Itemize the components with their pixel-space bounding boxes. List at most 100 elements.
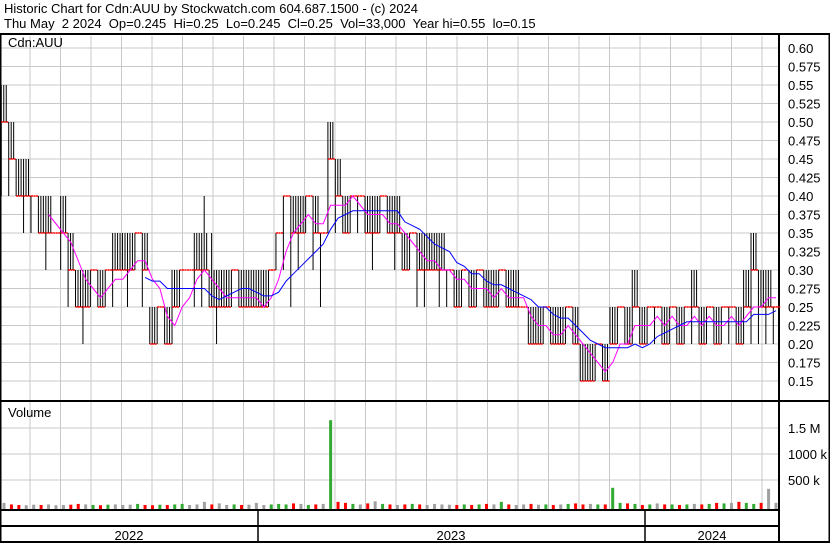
volume-bar — [17, 504, 21, 509]
price-tick-label: 0.15 — [788, 374, 813, 389]
price-tick-label: 0.25 — [788, 300, 813, 315]
volume-bar — [529, 503, 533, 509]
volume-bar — [210, 504, 214, 509]
volume-bar — [462, 504, 466, 509]
price-tick-label: 0.225 — [788, 319, 821, 334]
volume-bar — [611, 487, 615, 509]
price-tick-label: 0.575 — [788, 60, 821, 75]
volume-bar — [603, 504, 607, 509]
volume-bar — [596, 504, 600, 509]
price-tick-label: 0.55 — [788, 78, 813, 93]
volume-bar — [262, 504, 266, 509]
volume-bar — [54, 505, 58, 509]
volume-bars — [2, 420, 778, 509]
price-tick-label: 0.45 — [788, 152, 813, 167]
grid — [0, 36, 779, 509]
volume-bar — [722, 503, 726, 509]
volume-bar — [729, 502, 733, 509]
volume-bar — [640, 504, 644, 509]
price-tick-label: 0.50 — [788, 115, 813, 130]
volume-bar — [752, 503, 756, 509]
volume-bar — [700, 504, 704, 509]
volume-bar — [455, 504, 459, 509]
volume-bar — [188, 504, 192, 509]
volume-bar — [663, 504, 667, 509]
volume-tick-label: 500 k — [788, 473, 820, 488]
year-label: 2024 — [698, 528, 727, 543]
volume-bar — [269, 504, 273, 509]
volume-bar — [195, 504, 199, 509]
time-axis: 2022 2023 2024 — [115, 528, 727, 543]
volume-bar — [284, 504, 288, 509]
volume-bar — [165, 504, 169, 509]
volume-bar — [588, 503, 592, 509]
volume-bar — [618, 502, 622, 509]
volume-bar — [2, 502, 6, 509]
year-label: 2023 — [437, 528, 466, 543]
volume-bar — [225, 504, 229, 509]
volume-bar — [507, 504, 511, 509]
volume-bar — [759, 502, 763, 509]
volume-tick-label: 1.5 M — [788, 421, 821, 436]
volume-bar — [737, 501, 741, 509]
price-tick-label: 0.475 — [788, 134, 821, 149]
volume-bar — [173, 504, 177, 509]
volume-bar — [388, 504, 392, 509]
volume-bar — [633, 503, 637, 509]
price-tick-label: 0.325 — [788, 245, 821, 260]
volume-bar — [678, 504, 681, 509]
volume-bar — [247, 504, 251, 509]
volume-bar — [685, 504, 689, 509]
volume-bar — [24, 505, 28, 509]
volume-bar — [299, 503, 303, 509]
volume-bar — [143, 504, 147, 509]
volume-bar — [150, 505, 154, 509]
volume-bar — [158, 504, 162, 509]
price-tick-label: 0.525 — [788, 97, 821, 112]
volume-bar — [351, 503, 355, 509]
volume-axis: 1.5 M 1000 k 500 k — [788, 421, 828, 488]
volume-bar — [343, 502, 347, 509]
volume-bar — [670, 504, 674, 509]
volume-bar — [329, 420, 333, 509]
volume-bar — [440, 504, 444, 509]
volume-bar — [128, 504, 132, 509]
volume-bar — [113, 504, 117, 509]
volume-bar — [655, 503, 659, 509]
volume-bar — [373, 501, 377, 509]
volume-bar — [180, 503, 184, 509]
volume-bar — [277, 503, 281, 509]
volume-bar — [410, 503, 414, 509]
price-axis: 0.60 0.575 0.55 0.525 0.50 0.475 0.45 0.425 0.40… — [788, 41, 821, 389]
volume-tick-label: 1000 k — [788, 447, 828, 462]
year-label: 2022 — [115, 528, 144, 543]
volume-bar — [707, 503, 711, 509]
volume-bar — [774, 502, 778, 509]
price-tick-label: 0.35 — [788, 226, 813, 241]
moving-averages — [48, 195, 777, 373]
volume-bar — [715, 502, 719, 509]
price-tick-label: 0.275 — [788, 282, 821, 297]
volume-bar — [551, 504, 555, 509]
volume-bar — [744, 502, 748, 509]
volume-bar — [418, 504, 422, 509]
volume-bar — [522, 504, 526, 509]
volume-bar — [536, 504, 540, 509]
volume-bar — [559, 504, 563, 509]
volume-bar — [202, 501, 206, 509]
volume-bar — [692, 503, 696, 509]
volume-bar — [99, 505, 102, 509]
volume-bar — [626, 503, 630, 509]
price-tick-label: 0.375 — [788, 208, 821, 223]
volume-bar — [106, 504, 110, 509]
volume-bar — [433, 503, 437, 509]
price-tick-label: 0.60 — [788, 41, 813, 56]
ma-short-line — [48, 195, 776, 373]
volume-bar — [403, 504, 407, 509]
volume-bar — [61, 504, 65, 509]
stock-chart: Cdn:AUU Volume 0.60 0.575 0.55 0.525 0.50 0.4… — [0, 33, 830, 543]
volume-bar — [425, 504, 429, 509]
volume-bar — [492, 504, 496, 509]
volume-bar — [381, 503, 385, 509]
volume-bar — [306, 504, 310, 509]
